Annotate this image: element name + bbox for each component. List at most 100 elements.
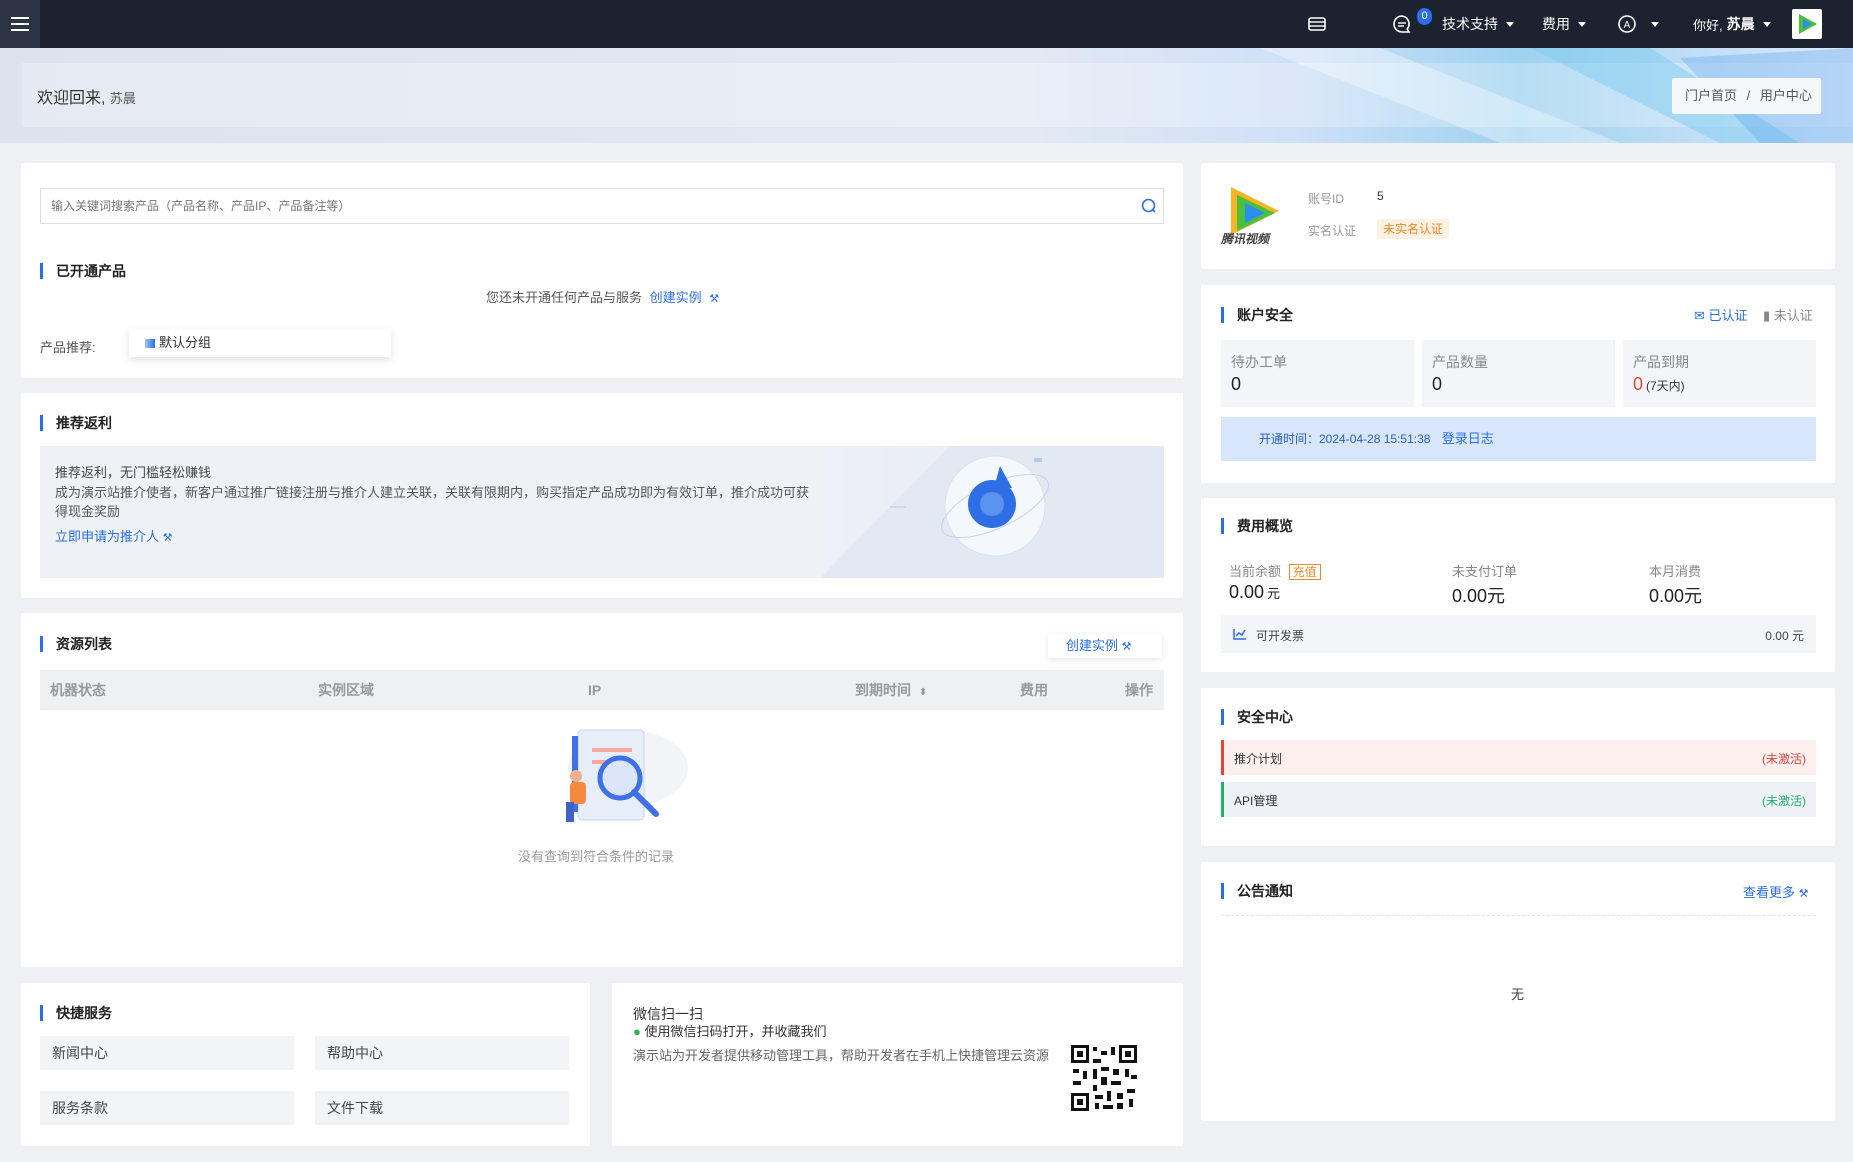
wechat-subtitle: ● 使用微信扫码打开，并收藏我们 — [633, 1021, 827, 1040]
avatar[interactable] — [1792, 9, 1822, 39]
breadcrumb-home[interactable]: 门户首页 — [1685, 88, 1737, 103]
create-instance-link[interactable]: 创建实例 — [650, 290, 702, 305]
chart-icon — [1233, 629, 1246, 640]
verified-label: 已认证 — [1708, 308, 1748, 323]
verified-status[interactable]: ✉ 已认证 — [1694, 305, 1748, 324]
top-navbar: 0 技术支持 费用 A 你好, 苏晨 — [0, 0, 1853, 48]
recommend-label: 产品推荐: — [40, 340, 96, 355]
wrench-icon: ⚒ — [1121, 641, 1132, 653]
divider — [1221, 915, 1816, 916]
search-input[interactable] — [41, 189, 1131, 223]
quick-link-news[interactable]: 新闻中心 — [40, 1036, 294, 1070]
unpaid-label: 未支付订单 — [1452, 564, 1518, 579]
breadcrumb: 门户首页 / 用户中心 — [1672, 78, 1821, 114]
welcome-text: 欢迎回来, 苏晨 — [37, 84, 136, 108]
unpaid-value[interactable]: 0.00元 — [1452, 582, 1505, 608]
section-title: 账户安全 — [1221, 307, 1293, 323]
month-spend-label: 本月消费 — [1649, 564, 1702, 579]
language-menu[interactable]: A — [1617, 0, 1659, 48]
fees-menu[interactable]: 费用 — [1542, 0, 1586, 48]
referral-desc: 成为演示站推介使者，新客户通过推广链接注册与推介人建立关联，关联有限期内，购买指… — [55, 485, 810, 519]
wechat-icon: ● — [633, 1024, 641, 1039]
no-products-label: 您还未开通任何产品与服务 — [486, 290, 643, 305]
stat-label: 待办工单 — [1231, 354, 1287, 370]
sort-icon[interactable]: ⬍ — [919, 687, 927, 698]
search-box — [40, 188, 1164, 224]
hamburger-icon — [11, 17, 29, 31]
section-title: 费用概览 — [1221, 518, 1293, 534]
group-icon — [145, 339, 155, 348]
month-spend-value: 0.00元 — [1649, 586, 1703, 606]
referral-headline: 推荐返利，无门槛轻松赚钱 — [55, 465, 212, 480]
stat-value-row: 0 (7天内) — [1633, 374, 1685, 395]
stat-value: 0 — [1633, 374, 1644, 394]
section-title: 推荐返利 — [40, 415, 112, 431]
column-header-label: 到期时间 — [855, 682, 911, 698]
api-management-row[interactable]: API管理 (未激活) — [1221, 782, 1816, 817]
balance-label-row: 当前余额 充值 — [1229, 561, 1321, 580]
unverified-label: 未认证 — [1773, 308, 1813, 323]
welcome-banner: 欢迎回来, 苏晨 门户首页 / 用户中心 — [0, 48, 1853, 143]
phone-icon: ▮ — [1763, 308, 1771, 323]
welcome-label: 欢迎回来, — [37, 90, 106, 107]
invoice-value: 0.00 元 — [1765, 629, 1804, 643]
resources-card: 资源列表 创建实例 ⚒ 机器状态 实例区域 IP 到期时间 ⬍ 费用 操作 没有… — [21, 613, 1183, 967]
quick-link-help[interactable]: 帮助中心 — [315, 1036, 569, 1070]
wechat-card: 微信扫一扫 ● 使用微信扫码打开，并收藏我们 演示站为开发者提供移动管理工具，帮… — [612, 983, 1183, 1146]
chevron-down-icon — [1651, 21, 1659, 27]
group-label: 默认分组 — [159, 335, 212, 350]
section-title: 资源列表 — [40, 636, 112, 652]
referral-plan-row[interactable]: 推介计划 (未激活) — [1221, 740, 1816, 775]
wechat-subtitle-text: 使用微信扫码打开，并收藏我们 — [644, 1024, 827, 1039]
account-id-label: 账号ID — [1308, 192, 1345, 206]
stat-pending-tickets[interactable]: 待办工单 0 — [1221, 340, 1414, 407]
unverified-status[interactable]: ▮ 未认证 — [1763, 305, 1813, 324]
invoice-label: 可开发票 — [1256, 629, 1305, 643]
search-icon[interactable] — [1141, 198, 1157, 214]
create-instance-button[interactable]: 创建实例 ⚒ — [1048, 634, 1162, 658]
stat-product-count[interactable]: 产品数量 0 — [1422, 340, 1615, 407]
fees-label: 费用 — [1542, 16, 1570, 32]
message-icon[interactable] — [1392, 0, 1412, 48]
support-menu[interactable]: 技术支持 — [1442, 0, 1514, 48]
recharge-button[interactable]: 充值 — [1288, 564, 1321, 580]
view-more[interactable]: 查看更多 ⚒ — [1743, 882, 1809, 901]
table-header: 机器状态 实例区域 IP 到期时间 ⬍ 费用 操作 — [40, 670, 1164, 710]
default-group-tab[interactable]: 默认分组 — [129, 329, 391, 357]
wrench-icon: ⚒ — [709, 293, 720, 305]
column-header: 操作 — [1125, 682, 1153, 698]
referral-card: 推荐返利 推荐返利，无门槛轻松赚钱 成为演示站推介使者，新客户通过推广链接注册与… — [21, 393, 1183, 598]
referral-panel: 推荐返利，无门槛轻松赚钱 成为演示站推介使者，新客户通过推广链接注册与推介人建立… — [40, 446, 1164, 578]
column-header-sortable[interactable]: 到期时间 ⬍ — [855, 670, 927, 713]
empty-notice-text: 无 — [1511, 987, 1525, 1002]
section-title: 公告通知 — [1221, 883, 1293, 899]
quick-link-downloads[interactable]: 文件下载 — [315, 1091, 569, 1125]
breadcrumb-separator: / — [1746, 88, 1751, 103]
stat-expiring-products[interactable]: 产品到期 0 (7天内) — [1623, 340, 1816, 407]
svg-text:A: A — [1624, 20, 1631, 31]
quick-services-card: 快捷服务 新闻中心 帮助中心 服务条款 文件下载 — [21, 983, 590, 1146]
user-menu[interactable]: 你好, 苏晨 — [1693, 0, 1771, 48]
login-log-link[interactable]: 登录日志 — [1442, 431, 1494, 446]
translate-icon: A — [1618, 15, 1636, 33]
stat-note: (7天内) — [1646, 379, 1685, 393]
menu-toggle-button[interactable] — [0, 0, 40, 48]
wrench-icon: ⚒ — [1798, 888, 1809, 900]
view-more-link: 查看更多 — [1743, 885, 1796, 900]
apply-referrer[interactable]: 立即申请为推介人 ⚒ — [55, 526, 173, 545]
realname-status-badge[interactable]: 未实名认证 — [1377, 219, 1450, 239]
quick-link-terms[interactable]: 服务条款 — [40, 1091, 294, 1125]
security-center-card: 安全中心 推介计划 (未激活) API管理 (未激活) — [1201, 688, 1835, 846]
apply-referrer-link[interactable]: 立即申请为推介人 — [55, 529, 159, 544]
stat-label: 产品到期 — [1633, 354, 1689, 370]
column-header: 机器状态 — [50, 682, 106, 698]
balance-unit: 元 — [1267, 586, 1281, 601]
wallet-icon[interactable] — [1308, 0, 1326, 48]
invoice-bar[interactable]: 可开发票 0.00 元 — [1221, 615, 1816, 653]
stat-value: 0 — [1432, 374, 1443, 394]
row-label: 推介计划 — [1234, 752, 1283, 766]
realname-label: 实名认证 — [1308, 224, 1357, 238]
support-label: 技术支持 — [1442, 16, 1498, 32]
breadcrumb-current: 用户中心 — [1759, 88, 1812, 103]
wechat-desc: 演示站为开发者提供移动管理工具，帮助开发者在手机上快捷管理云资源 — [633, 1048, 1050, 1063]
